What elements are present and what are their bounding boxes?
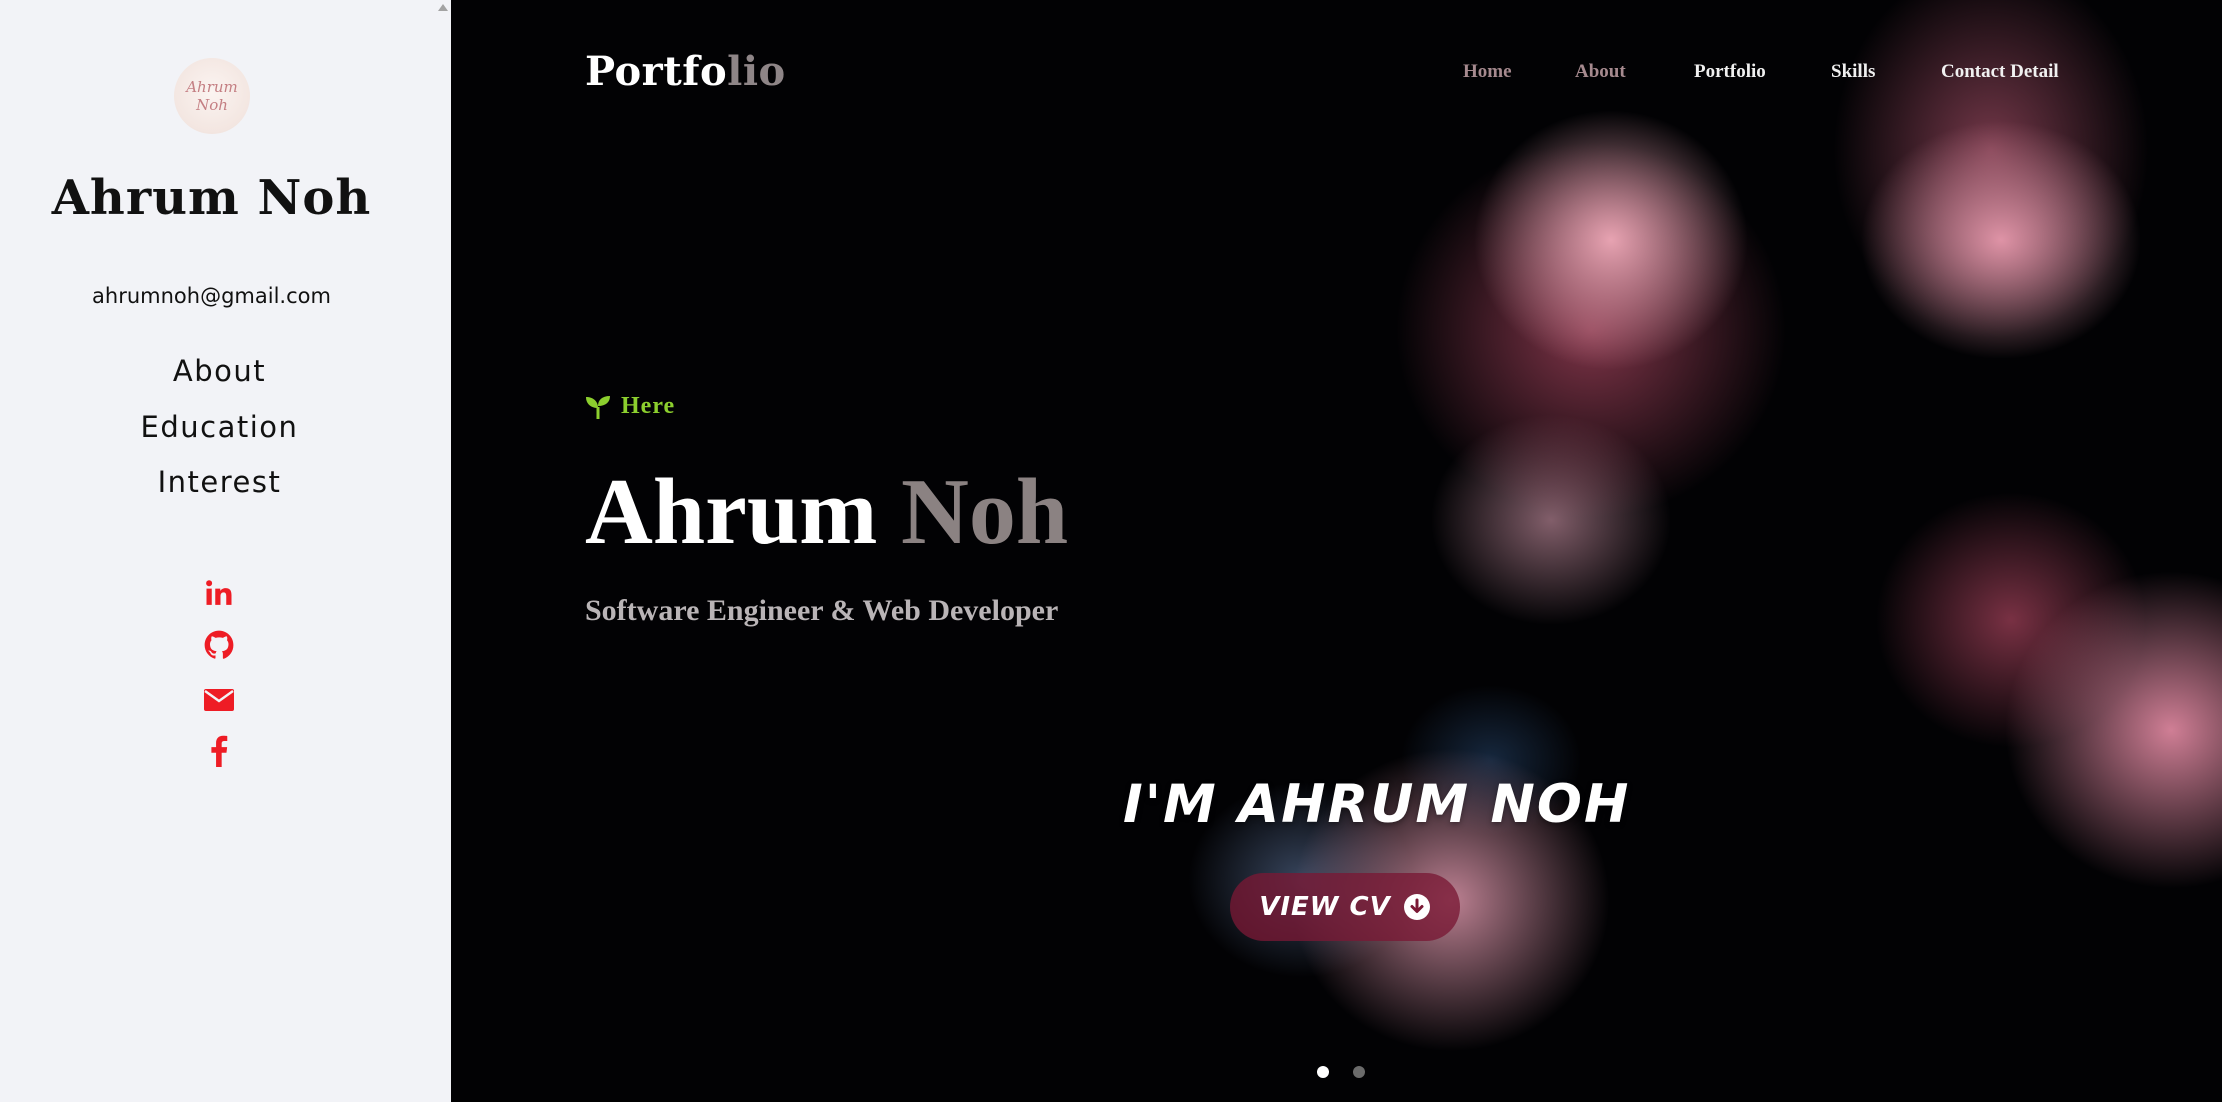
nav-skills[interactable]: Skills	[1831, 61, 1875, 83]
nav-about[interactable]: About	[1575, 61, 1626, 83]
sidebar-email[interactable]: ahrumnoh@gmail.com	[0, 284, 423, 308]
hero-tag-label: Here	[621, 393, 676, 419]
intro-text: I'M AHRUM NOH	[1123, 774, 1631, 835]
logo-text-faded: lio	[727, 48, 786, 95]
sidebar-item-about[interactable]: About	[0, 354, 439, 388]
view-cv-button[interactable]: VIEW CV	[1230, 873, 1460, 941]
sprout-icon	[586, 395, 610, 419]
scroll-up-arrow-icon[interactable]	[438, 4, 448, 11]
avatar-signature: Ahrum Noh	[186, 78, 238, 114]
carousel-dot-2[interactable]	[1353, 1066, 1365, 1078]
email-icon[interactable]	[199, 683, 239, 717]
sidebar: Ahrum Noh Ahrum Noh ahrumnoh@gmail.com A…	[0, 0, 451, 1102]
hero-tag: Here	[585, 393, 675, 420]
sidebar-name: Ahrum Noh	[51, 170, 372, 226]
facebook-icon[interactable]	[199, 734, 239, 768]
sidebar-item-interest[interactable]: Interest	[0, 465, 439, 499]
hero-last-name: Noh	[900, 460, 1069, 564]
site-logo[interactable]: Portfolio	[585, 48, 786, 95]
hero-title: Ahrum Noh	[585, 458, 1068, 566]
sidebar-scrollbar[interactable]	[437, 0, 451, 1102]
sidebar-item-education[interactable]: Education	[0, 410, 439, 444]
logo-text-main: Portfo	[585, 48, 728, 95]
hero-section: Portfolio Home About Portfolio Skills Co…	[451, 0, 2222, 1100]
avatar: Ahrum Noh	[174, 58, 250, 134]
nav-portfolio[interactable]: Portfolio	[1694, 61, 1766, 83]
hero-first-name: Ahrum	[585, 460, 878, 564]
arrow-circle-down-icon	[1403, 894, 1430, 920]
nav-contact-detail[interactable]: Contact Detail	[1941, 61, 2059, 83]
github-icon[interactable]	[199, 628, 239, 662]
linkedin-icon[interactable]	[199, 576, 239, 610]
carousel-dot-1[interactable]	[1317, 1066, 1329, 1078]
view-cv-label: VIEW CV	[1259, 892, 1391, 922]
nav-home[interactable]: Home	[1463, 61, 1512, 83]
hero-subtitle: Software Engineer & Web Developer	[585, 594, 1059, 627]
